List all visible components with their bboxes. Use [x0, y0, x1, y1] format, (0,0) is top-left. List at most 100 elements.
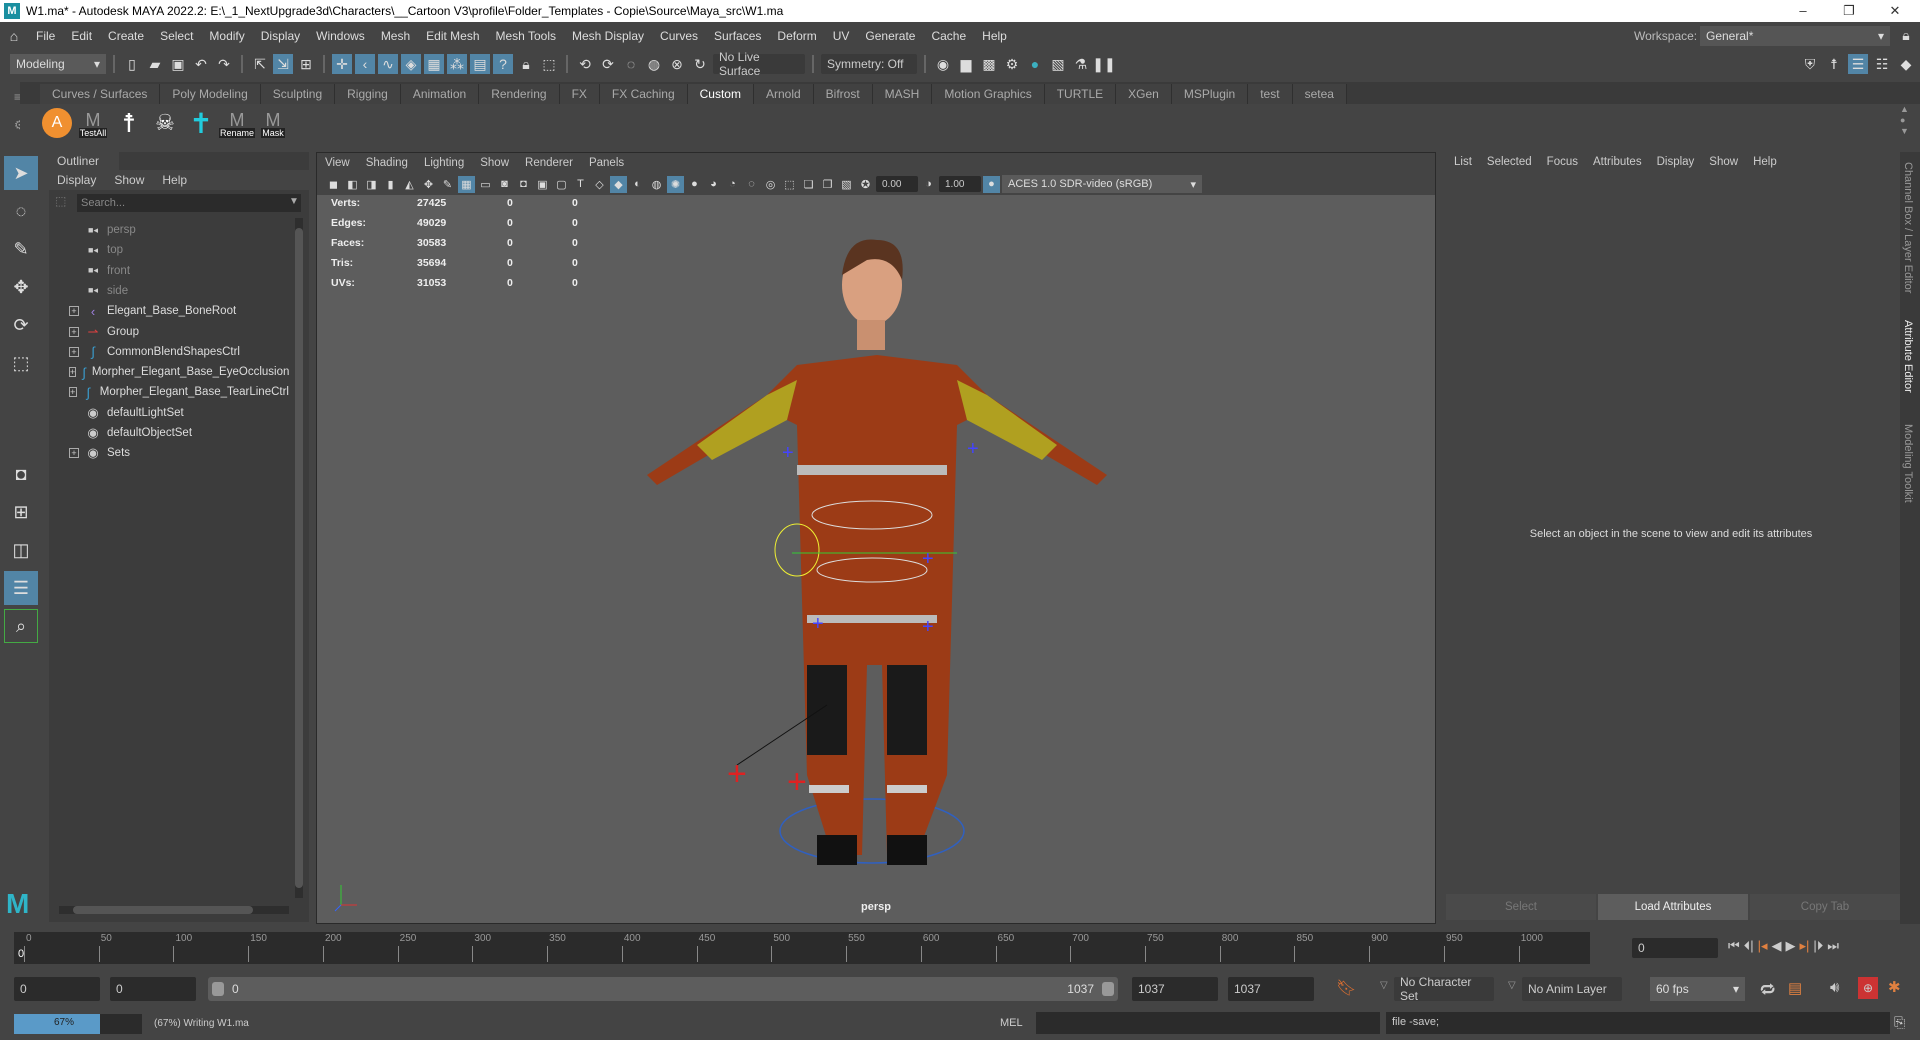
- snap-live-icon[interactable]: ⁂: [447, 54, 467, 74]
- shelf-button-rig[interactable]: ✝: [186, 108, 216, 139]
- scale-tool-icon[interactable]: ⬚: [4, 346, 38, 380]
- shelf-button-skeleton[interactable]: ☨: [114, 108, 144, 138]
- tab-motion-graphics[interactable]: Motion Graphics: [932, 84, 1045, 104]
- attr-menu-attributes[interactable]: Attributes: [1593, 156, 1642, 168]
- resolution-gate-icon[interactable]: ◙: [496, 176, 513, 193]
- menu-create[interactable]: Create: [100, 29, 152, 43]
- playback-range-bar[interactable]: 0 1037: [208, 977, 1118, 1001]
- bookmark-icon[interactable]: ▮: [382, 176, 399, 193]
- attr-menu-show[interactable]: Show: [1709, 156, 1738, 168]
- tool-settings-icon[interactable]: ☷: [1872, 54, 1892, 74]
- viewport-menu-view[interactable]: View: [325, 157, 350, 169]
- lock-icon[interactable]: 🔒︎: [516, 54, 536, 74]
- viewport-menu-lighting[interactable]: Lighting: [424, 157, 464, 169]
- tab-fx[interactable]: FX: [559, 84, 600, 104]
- smooth-shade-icon[interactable]: ◆: [610, 175, 627, 193]
- motion-blur-icon[interactable]: ◔: [724, 176, 741, 193]
- go-to-end-icon[interactable]: ⏭: [1827, 938, 1839, 954]
- outliner-item[interactable]: + ‹ Elegant_Base_BoneRoot: [49, 301, 289, 321]
- render-sequence-icon[interactable]: ▆: [956, 54, 976, 74]
- film-gate-icon[interactable]: ▭: [477, 176, 494, 193]
- menu-mesh-tools[interactable]: Mesh Tools: [488, 29, 564, 43]
- tab-turtle[interactable]: TURTLE: [1044, 84, 1117, 104]
- sound-icon[interactable]: 🔊︎: [1830, 979, 1839, 996]
- redo-icon[interactable]: ↷: [214, 54, 234, 74]
- selection-mask-icon[interactable]: ⬚: [539, 54, 559, 74]
- outliner-item[interactable]: + ◉ Sets: [49, 443, 289, 463]
- pivot-icon[interactable]: ↻: [690, 54, 710, 74]
- shadows-icon[interactable]: ●: [686, 176, 703, 193]
- shelf-scroll-icon[interactable]: ▲ ● ▼: [1900, 104, 1909, 137]
- step-back-key-icon[interactable]: ⏴|: [1744, 938, 1754, 954]
- fps-dropdown[interactable]: 60 fps ▾: [1650, 977, 1745, 1001]
- color-management-icon[interactable]: ●: [983, 175, 1000, 193]
- play-backward-icon[interactable]: ◀: [1772, 938, 1782, 954]
- magnet-icon[interactable]: ⊗: [667, 54, 687, 74]
- attr-menu-display[interactable]: Display: [1657, 156, 1695, 168]
- outliner-vertical-scrollbar[interactable]: [295, 218, 303, 898]
- menu-select[interactable]: Select: [152, 29, 201, 43]
- menu-help[interactable]: Help: [974, 29, 1015, 43]
- bookmark-icon[interactable]: 🔖︎: [1336, 978, 1356, 998]
- outliner-menu-show[interactable]: Show: [114, 173, 144, 187]
- minimize-button[interactable]: –: [1782, 0, 1824, 22]
- expand-icon[interactable]: +: [69, 448, 79, 459]
- play-forward-icon[interactable]: ▶: [1786, 938, 1796, 954]
- expand-icon[interactable]: +: [69, 326, 79, 337]
- human-ik-icon[interactable]: ☨: [1824, 54, 1844, 74]
- mel-label[interactable]: MEL: [1000, 1017, 1023, 1029]
- default-material-icon[interactable]: ◐: [629, 176, 646, 193]
- tab-msplugin[interactable]: MSPlugin: [1171, 84, 1249, 104]
- chevron-down-icon[interactable]: ▽: [1380, 980, 1388, 991]
- range-start-handle[interactable]: [212, 982, 224, 996]
- tab-test[interactable]: test: [1248, 84, 1293, 104]
- xray-components-icon[interactable]: ▧: [838, 176, 855, 193]
- start-time-field[interactable]: 0: [14, 977, 100, 1001]
- outliner-item[interactable]: + ∫ Morpher_Elegant_Base_EyeOcclusion: [49, 362, 289, 382]
- outliner-menu-help[interactable]: Help: [162, 173, 187, 187]
- snap-point-icon[interactable]: ∿: [378, 54, 398, 74]
- playback-end-field[interactable]: 1037: [1132, 977, 1218, 1001]
- tab-curves-surfaces[interactable]: Curves / Surfaces: [40, 84, 161, 104]
- color-space-dropdown[interactable]: ACES 1.0 SDR-video (sRGB) ▾: [1002, 175, 1202, 193]
- anim-layer-dropdown[interactable]: No Anim Layer: [1522, 977, 1622, 1001]
- outliner-item[interactable]: ◉ defaultLightSet: [49, 403, 289, 423]
- shelf-button-skull[interactable]: ☠: [150, 108, 180, 138]
- single-perspective-layout-icon[interactable]: ◘: [4, 457, 38, 491]
- outliner-menu-display[interactable]: Display: [57, 173, 96, 187]
- attr-menu-help[interactable]: Help: [1753, 156, 1777, 168]
- outliner-layout-icon[interactable]: ☰: [4, 571, 38, 605]
- search-icon[interactable]: ⌕: [4, 609, 38, 643]
- menu-deform[interactable]: Deform: [769, 29, 824, 43]
- step-forward-frame-icon[interactable]: ▸|: [1800, 938, 1810, 954]
- select-component-icon[interactable]: ⊞: [296, 54, 316, 74]
- attr-menu-selected[interactable]: Selected: [1487, 156, 1532, 168]
- end-time-field[interactable]: 1037: [1228, 977, 1314, 1001]
- undo-icon[interactable]: ↶: [191, 54, 211, 74]
- tab-bifrost[interactable]: Bifrost: [813, 84, 873, 104]
- live-surface-field[interactable]: No Live Surface: [713, 50, 805, 78]
- 2d-pan-zoom-icon[interactable]: ✥: [420, 176, 437, 193]
- attribute-editor-toggle-icon[interactable]: ☰: [1848, 54, 1868, 74]
- tab-channel-box[interactable]: Channel Box / Layer Editor: [1902, 162, 1914, 293]
- character-set-dropdown[interactable]: No Character Set: [1394, 975, 1494, 1003]
- tab-sculpting[interactable]: Sculpting: [260, 84, 336, 104]
- snap-grid-icon[interactable]: ✛: [332, 54, 352, 74]
- modeling-toolkit-icon[interactable]: ⛨: [1800, 54, 1820, 74]
- xray-joints-icon[interactable]: ❐: [819, 176, 836, 193]
- range-end-handle[interactable]: [1102, 982, 1114, 996]
- render-settings-icon[interactable]: ⚙: [1002, 54, 1022, 74]
- snap-surface-icon[interactable]: ▦: [424, 54, 444, 74]
- go-to-start-icon[interactable]: ⏮: [1728, 938, 1740, 954]
- menu-modify[interactable]: Modify: [201, 29, 252, 43]
- menu-mesh[interactable]: Mesh: [373, 29, 418, 43]
- tab-mash[interactable]: MASH: [872, 84, 933, 104]
- paint-select-tool-icon[interactable]: ✎: [4, 232, 38, 266]
- image-plane-icon[interactable]: ◭: [401, 176, 418, 193]
- camera-select-icon[interactable]: ◼: [325, 176, 342, 193]
- render-view-icon[interactable]: ▧: [1048, 54, 1068, 74]
- rotate-tool-icon[interactable]: ⟳: [4, 308, 38, 342]
- command-input[interactable]: [1036, 1012, 1380, 1034]
- exposure-field[interactable]: 0.00: [876, 176, 918, 192]
- copy-tab-button[interactable]: Copy Tab: [1750, 894, 1900, 920]
